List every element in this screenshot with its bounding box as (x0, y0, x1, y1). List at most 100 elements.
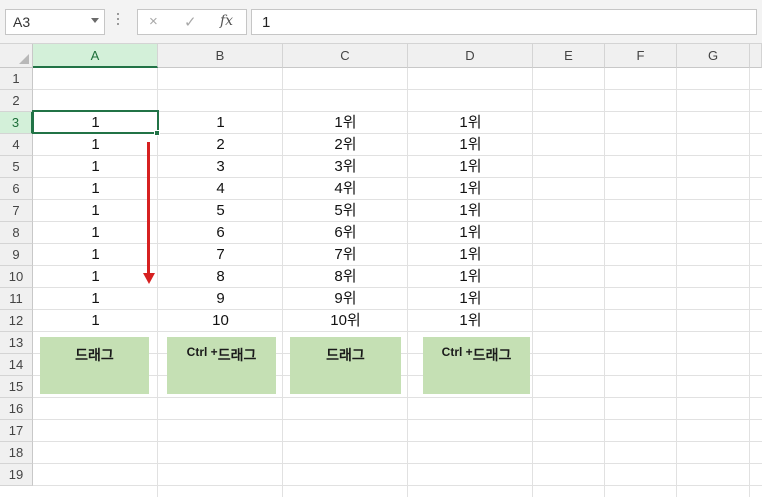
cell-b6[interactable]: 4 (158, 178, 283, 200)
cell-b4[interactable]: 2 (158, 134, 283, 156)
insert-function-icon[interactable]: fx (220, 13, 233, 29)
cell-b11[interactable]: 9 (158, 288, 283, 310)
cell-a5[interactable]: 1 (33, 156, 158, 178)
formula-buttons: × ✓ fx (137, 9, 247, 35)
row-header-4[interactable]: 4 (0, 134, 33, 156)
active-cell-outline (32, 110, 159, 134)
drag-handle-icon[interactable] (116, 13, 120, 29)
row-header-19[interactable]: 19 (0, 464, 33, 486)
gridline-horizontal (33, 419, 762, 420)
cell-a9[interactable]: 1 (33, 244, 158, 266)
cell-a6[interactable]: 1 (33, 178, 158, 200)
cell-b12[interactable]: 10 (158, 310, 283, 332)
name-box[interactable]: A3 (5, 9, 105, 35)
cell-a10[interactable]: 1 (33, 266, 158, 288)
cancel-icon[interactable]: × (149, 13, 158, 30)
row-header-12[interactable]: 12 (0, 310, 33, 332)
gridline-horizontal (33, 441, 762, 442)
gridline-horizontal (33, 89, 762, 90)
row-header-7[interactable]: 7 (0, 200, 33, 222)
shape-ctrl-drag-b-label: 드래그 (217, 347, 257, 363)
row-header-2[interactable]: 2 (0, 90, 33, 112)
cell-c12[interactable]: 10위 (283, 310, 408, 332)
cell-c11[interactable]: 9위 (283, 288, 408, 310)
cell-d7[interactable]: 1위 (408, 200, 533, 222)
shape-ctrl-drag-d-label: Ctrl + (441, 345, 473, 359)
cell-d10[interactable]: 1위 (408, 266, 533, 288)
formula-bar: A3 × ✓ fx 1 (0, 0, 762, 44)
cell-c5[interactable]: 3위 (283, 156, 408, 178)
column-header-g[interactable]: G (677, 44, 750, 68)
cell-d9[interactable]: 1위 (408, 244, 533, 266)
select-all-icon (19, 54, 29, 64)
shape-ctrl-drag-d-label: 드래그 (472, 347, 512, 363)
cell-c8[interactable]: 6위 (283, 222, 408, 244)
shape-drag-c-label: 드래그 (326, 347, 365, 363)
select-all-button[interactable] (0, 44, 33, 68)
row-header-8[interactable]: 8 (0, 222, 33, 244)
cell-b10[interactable]: 8 (158, 266, 283, 288)
column-header-a[interactable]: A (33, 44, 158, 68)
cell-c6[interactable]: 4위 (283, 178, 408, 200)
gridline-horizontal (33, 397, 762, 398)
shape-ctrl-drag-d[interactable]: Ctrl + 드래그 (423, 337, 530, 394)
cell-a4[interactable]: 1 (33, 134, 158, 156)
row-header-15[interactable]: 15 (0, 376, 33, 398)
cell-c7[interactable]: 5위 (283, 200, 408, 222)
row-header-10[interactable]: 10 (0, 266, 33, 288)
drag-arrow-head-icon (142, 273, 155, 284)
cell-d8[interactable]: 1위 (408, 222, 533, 244)
name-box-dropdown-icon[interactable] (91, 18, 99, 23)
formula-input[interactable]: 1 (251, 9, 757, 35)
shape-ctrl-drag-b-label: Ctrl + (186, 345, 218, 359)
cell-d11[interactable]: 1위 (408, 288, 533, 310)
column-header-overflow (750, 44, 762, 68)
row-header-14[interactable]: 14 (0, 354, 33, 376)
cell-a11[interactable]: 1 (33, 288, 158, 310)
row-header-11[interactable]: 11 (0, 288, 33, 310)
cell-c3[interactable]: 1위 (283, 112, 408, 134)
column-header-d[interactable]: D (408, 44, 533, 68)
cell-b7[interactable]: 5 (158, 200, 283, 222)
cell-b5[interactable]: 3 (158, 156, 283, 178)
column-header-e[interactable]: E (533, 44, 605, 68)
row-header-3[interactable]: 3 (0, 112, 33, 134)
cell-a7[interactable]: 1 (33, 200, 158, 222)
gridline-horizontal (33, 485, 762, 486)
cell-b9[interactable]: 7 (158, 244, 283, 266)
cell-d5[interactable]: 1위 (408, 156, 533, 178)
row-header-16[interactable]: 16 (0, 398, 33, 420)
column-header-b[interactable]: B (158, 44, 283, 68)
cell-b8[interactable]: 6 (158, 222, 283, 244)
cell-d3[interactable]: 1위 (408, 112, 533, 134)
cell-a8[interactable]: 1 (33, 222, 158, 244)
cell-d6[interactable]: 1위 (408, 178, 533, 200)
shape-drag-a[interactable]: 드래그 (40, 337, 149, 394)
fill-handle[interactable] (154, 130, 160, 136)
cell-c10[interactable]: 8위 (283, 266, 408, 288)
row-header-9[interactable]: 9 (0, 244, 33, 266)
cell-c9[interactable]: 7위 (283, 244, 408, 266)
row-header-5[interactable]: 5 (0, 156, 33, 178)
column-header-c[interactable]: C (283, 44, 408, 68)
column-header-f[interactable]: F (605, 44, 677, 68)
cell-d4[interactable]: 1위 (408, 134, 533, 156)
enter-icon[interactable]: ✓ (184, 13, 197, 31)
row-header-17[interactable]: 17 (0, 420, 33, 442)
formula-input-value: 1 (262, 14, 271, 31)
worksheet-grid[interactable]: A B C D E F G 1 2 3 4 5 6 7 8 9 10 11 12 13 14 15 16 17 18 19 1 1 1 1… (0, 44, 762, 497)
shape-ctrl-drag-b[interactable]: Ctrl + 드래그 (167, 337, 276, 394)
row-header-13[interactable]: 13 (0, 332, 33, 354)
cell-a12[interactable]: 1 (33, 310, 158, 332)
row-header-1[interactable]: 1 (0, 68, 33, 90)
shape-drag-a-label: 드래그 (75, 347, 114, 363)
cell-c4[interactable]: 2위 (283, 134, 408, 156)
name-box-value: A3 (13, 14, 31, 30)
gridline-horizontal (33, 463, 762, 464)
cell-d12[interactable]: 1위 (408, 310, 533, 332)
shape-drag-c[interactable]: 드래그 (290, 337, 401, 394)
cell-b3[interactable]: 1 (158, 112, 283, 134)
drag-arrow-line (147, 142, 150, 273)
row-header-6[interactable]: 6 (0, 178, 33, 200)
row-header-18[interactable]: 18 (0, 442, 33, 464)
